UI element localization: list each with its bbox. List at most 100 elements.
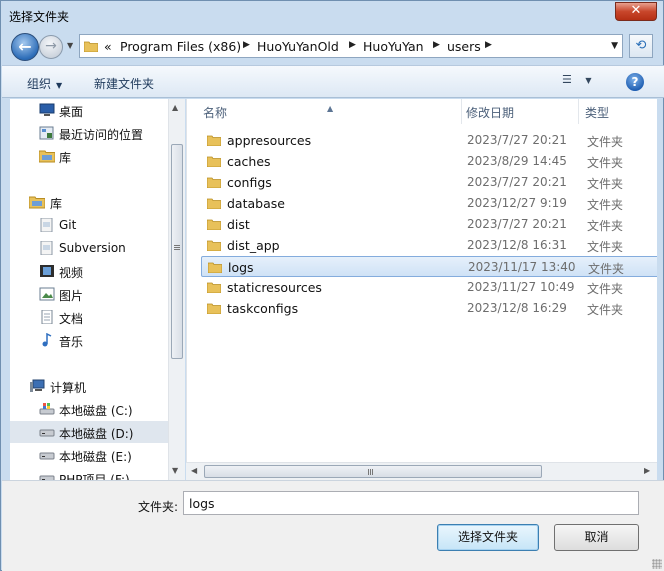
- nav-item-recent-places[interactable]: 最近访问的位置: [10, 122, 168, 144]
- document-icon: [41, 310, 53, 324]
- back-button[interactable]: ←: [11, 33, 39, 61]
- folder-icon: [207, 177, 221, 188]
- breadcrumb-segment[interactable]: users: [447, 39, 481, 54]
- recent-pages-dropdown[interactable]: ▼: [67, 41, 77, 51]
- nav-item-libraries-group[interactable]: 库: [10, 191, 168, 213]
- close-button[interactable]: ✕: [615, 2, 657, 21]
- nav-item-subversion[interactable]: Subversion: [10, 237, 168, 259]
- folder-row[interactable]: database 2023/12/27 9:19 文件夹: [201, 193, 657, 214]
- nav-item-videos[interactable]: 视频: [10, 260, 168, 282]
- address-bar[interactable]: « Program Files (x86) ▶ HuoYuYanOld ▶ Hu…: [79, 34, 623, 58]
- folder-icon: [207, 303, 221, 314]
- new-folder-button[interactable]: 新建文件夹: [94, 75, 154, 92]
- grip-icon: [368, 469, 369, 475]
- nav-item-desktop[interactable]: 桌面: [10, 99, 168, 121]
- column-header-modified[interactable]: 修改日期: [462, 99, 582, 124]
- select-folder-dialog: 选择文件夹 ✕ ← → ▼ « Program Files (x86) ▶ Hu…: [0, 0, 664, 571]
- nav-item-library[interactable]: 库: [10, 145, 168, 167]
- address-row: ← → ▼ « Program Files (x86) ▶ HuoYuYanOl…: [7, 31, 657, 63]
- organize-label: 组织: [27, 77, 52, 91]
- address-history-dropdown[interactable]: ▼: [611, 41, 618, 51]
- scroll-up-icon[interactable]: ▲: [172, 103, 178, 112]
- folder-name: appresources: [227, 133, 312, 148]
- breadcrumb-segment[interactable]: HuoYuYanOld: [257, 39, 339, 54]
- resize-grip-icon[interactable]: [652, 559, 662, 569]
- nav-item-pictures[interactable]: 图片: [10, 283, 168, 305]
- folder-row-selected[interactable]: logs 2023/11/17 13:40 文件夹: [201, 256, 657, 277]
- drive-icon: [39, 452, 55, 460]
- window-title: 选择文件夹: [9, 10, 70, 24]
- nav-item-label: 视频: [59, 266, 84, 280]
- nav-item-drive-c[interactable]: 本地磁盘 (C:): [10, 398, 168, 420]
- scroll-right-icon[interactable]: ▶: [644, 466, 650, 475]
- nav-item-computer[interactable]: 计算机: [10, 375, 168, 397]
- folder-type: 文件夹: [587, 303, 624, 317]
- cancel-button[interactable]: 取消: [554, 524, 639, 551]
- folder-row[interactable]: appresources 2023/7/27 20:21 文件夹: [201, 130, 657, 151]
- nav-item-drive-f[interactable]: PHP项目 (F:): [10, 467, 168, 480]
- breadcrumb-arrow-icon[interactable]: ▶: [485, 40, 492, 50]
- folder-row[interactable]: configs 2023/7/27 20:21 文件夹: [201, 172, 657, 193]
- folder-type: 文件夹: [587, 282, 624, 296]
- chevron-down-icon: ▼: [56, 81, 63, 90]
- folder-row[interactable]: staticresources 2023/11/27 10:49 文件夹: [201, 277, 657, 298]
- column-header-type[interactable]: 类型: [582, 99, 657, 124]
- address-overflow[interactable]: «: [104, 39, 112, 54]
- folder-field-label: 文件夹:: [138, 500, 179, 514]
- dialog-footer: 文件夹: 选择文件夹 取消: [2, 480, 664, 571]
- file-list-horizontal-scrollbar[interactable]: ◀ ▶: [186, 462, 657, 480]
- folder-modified-date: 2023/11/17 13:40: [468, 260, 576, 274]
- scrollbar-thumb[interactable]: [204, 465, 542, 478]
- organize-button[interactable]: 组织 ▼: [27, 75, 62, 92]
- nav-item-documents[interactable]: 文档: [10, 306, 168, 328]
- sort-ascending-icon: ▲: [327, 104, 334, 113]
- breadcrumb-arrow-icon[interactable]: ▶: [243, 40, 250, 50]
- grip-icon: [174, 245, 180, 246]
- nav-item-git[interactable]: Git: [10, 214, 168, 236]
- folder-name: database: [227, 196, 285, 211]
- column-divider[interactable]: [578, 99, 579, 124]
- nav-item-drive-e[interactable]: 本地磁盘 (E:): [10, 444, 168, 466]
- folder-name: dist: [227, 217, 250, 232]
- breadcrumb-segment[interactable]: Program Files (x86): [120, 39, 241, 54]
- nav-item-music[interactable]: 音乐: [10, 329, 168, 351]
- scroll-down-icon[interactable]: ▼: [172, 466, 178, 475]
- folder-icon: [84, 41, 98, 52]
- computer-icon: [30, 379, 45, 392]
- column-header-label: 修改日期: [466, 106, 515, 120]
- nav-item-label: 桌面: [59, 105, 84, 119]
- scroll-left-icon[interactable]: ◀: [191, 466, 197, 475]
- folder-modified-date: 2023/11/27 10:49: [467, 280, 575, 294]
- folder-type: 文件夹: [587, 135, 624, 149]
- view-options-button[interactable]: ☰ ▼: [562, 73, 602, 91]
- breadcrumb-segment[interactable]: HuoYuYan: [363, 39, 424, 54]
- folder-modified-date: 2023/7/27 20:21: [467, 217, 567, 231]
- video-icon: [40, 265, 54, 277]
- folder-name: logs: [228, 260, 254, 275]
- folder-icon: [207, 156, 221, 167]
- column-header-name[interactable]: 名称 ▲: [187, 99, 462, 124]
- folder-row[interactable]: dist_app 2023/12/8 16:31 文件夹: [201, 235, 657, 256]
- scrollbar-thumb[interactable]: [171, 144, 183, 359]
- breadcrumb-arrow-icon[interactable]: ▶: [433, 40, 440, 50]
- refresh-button[interactable]: ⟲: [629, 34, 653, 58]
- breadcrumb-arrow-icon[interactable]: ▶: [349, 40, 356, 50]
- help-icon: ?: [631, 75, 639, 89]
- folder-row[interactable]: dist 2023/7/27 20:21 文件夹: [201, 214, 657, 235]
- help-button[interactable]: ?: [626, 73, 644, 91]
- title-bar[interactable]: 选择文件夹 ✕: [1, 1, 663, 31]
- view-list-icon: ☰: [562, 73, 572, 86]
- column-header-label: 名称: [203, 106, 228, 120]
- folder-row[interactable]: taskconfigs 2023/12/8 16:29 文件夹: [201, 298, 657, 319]
- drive-icon: [39, 475, 55, 480]
- forward-button[interactable]: →: [39, 35, 63, 59]
- library-icon: [40, 218, 53, 232]
- folder-icon: [207, 135, 221, 146]
- library-icon: [29, 196, 45, 209]
- nav-pane-scrollbar[interactable]: ▲ ▼: [168, 99, 185, 480]
- folder-row[interactable]: caches 2023/8/29 14:45 文件夹: [201, 151, 657, 172]
- nav-item-label: PHP项目 (F:): [59, 473, 130, 480]
- select-folder-button[interactable]: 选择文件夹: [437, 524, 539, 551]
- folder-name-input[interactable]: [183, 491, 639, 515]
- nav-item-drive-d[interactable]: 本地磁盘 (D:): [10, 421, 168, 443]
